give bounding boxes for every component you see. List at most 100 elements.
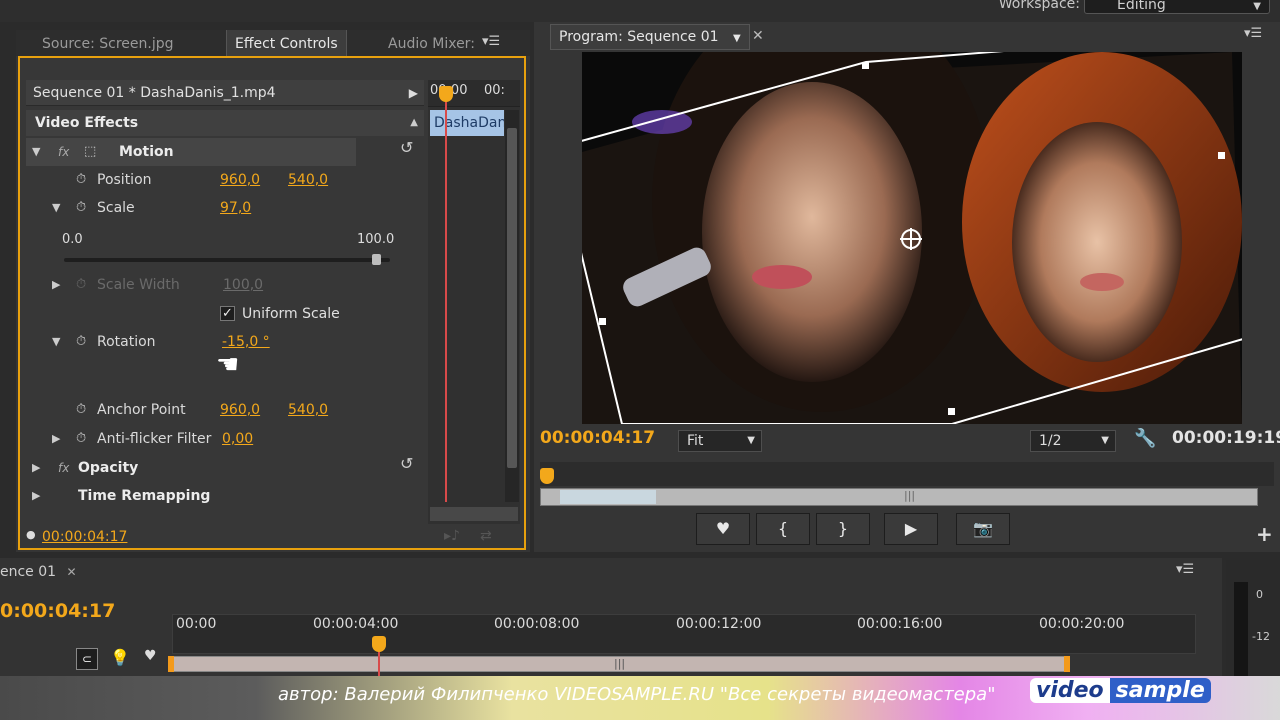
program-time-ruler[interactable]	[540, 462, 1274, 486]
scale-slider-track[interactable]	[64, 258, 390, 262]
close-icon[interactable]: ✕	[67, 565, 77, 579]
anchor-y-value[interactable]: 540,0	[288, 396, 328, 424]
panel-menu-icon[interactable]: ▾☰	[482, 34, 500, 49]
collapse-up-icon[interactable]: ▲	[410, 110, 418, 136]
anchor-x-value[interactable]: 960,0	[220, 396, 260, 424]
rotation-label: Rotation	[97, 334, 156, 350]
timeline-tick: 00:00:04:00	[313, 616, 399, 632]
position-y-value[interactable]: 540,0	[288, 166, 328, 194]
timeline-current-timecode[interactable]: 0:00:04:17	[0, 600, 115, 622]
tab-effect-controls[interactable]: Effect Controls	[226, 30, 347, 56]
meter-label: 0	[1256, 588, 1263, 601]
horizontal-scrollbar[interactable]	[430, 507, 518, 521]
expand-triangle-icon[interactable]: ▼	[52, 194, 60, 222]
tab-program-monitor[interactable]: Program: Sequence 01 ▼	[550, 24, 750, 50]
chevron-down-icon[interactable]: ▼	[733, 33, 741, 44]
reset-icon[interactable]: ↺	[400, 454, 413, 473]
play-button[interactable]: ▶	[884, 513, 938, 545]
timeline-tick: 00:00:20:00	[1039, 616, 1125, 632]
effect-controls-footer: ● 00:00:04:17 ▸♪ ⇄	[26, 526, 524, 548]
reset-icon[interactable]: ↺	[400, 138, 413, 157]
scrollbar-thumb[interactable]	[507, 128, 517, 468]
wrench-icon[interactable]: 🔧	[1134, 428, 1156, 449]
close-icon[interactable]: ✕	[752, 28, 764, 44]
resolution-select[interactable]: 1/2 ▼	[1030, 430, 1116, 452]
workspace-label: Workspace:	[998, 0, 1080, 12]
scroll-grip-icon[interactable]: |||	[614, 657, 625, 670]
expand-triangle-icon[interactable]: ▼	[32, 138, 40, 166]
time-remapping-row[interactable]: ▶ Time Remapping	[26, 482, 424, 510]
play-triangle-icon[interactable]: ▶	[409, 80, 418, 107]
lightbulb-icon[interactable]: 💡	[110, 648, 130, 667]
fx-icon[interactable]: fx	[58, 454, 69, 482]
ruler-end-label: 00:	[484, 83, 505, 98]
expand-triangle-icon[interactable]: ▶	[52, 271, 60, 299]
motion-row[interactable]: ▼ fx ⬚ Motion	[26, 138, 356, 166]
videosample-logo: video sample	[1030, 678, 1211, 708]
timeline-playhead-icon[interactable]	[372, 636, 386, 652]
scale-slider-min: 0.0	[62, 232, 83, 247]
expand-triangle-icon[interactable]: ▼	[52, 328, 60, 356]
stopwatch-icon[interactable]: ⏱	[76, 396, 86, 424]
scale-width-row: ▶ ⏱ Scale Width 100,0	[26, 271, 424, 299]
workspace-select[interactable]: Editing ▼	[1084, 0, 1270, 14]
playhead-handle-icon[interactable]	[439, 86, 453, 102]
marker-icon[interactable]: ♥	[144, 648, 157, 664]
loop-icon: ⇄	[480, 528, 492, 544]
work-area-start-handle[interactable]	[168, 656, 174, 672]
add-button-icon[interactable]: +	[1256, 522, 1273, 546]
resolution-value: 1/2	[1039, 433, 1062, 449]
effect-controls-timecode[interactable]: 00:00:04:17	[42, 529, 127, 545]
timeline-tab-label: ence 01	[0, 564, 57, 580]
snap-icon[interactable]: ⊂	[76, 648, 98, 670]
scale-width-value: 100,0	[223, 277, 264, 293]
video-effects-header: Video Effects ▲	[26, 110, 424, 136]
logo-sample-text: sample	[1109, 678, 1211, 703]
position-x-value[interactable]: 960,0	[220, 166, 260, 194]
opacity-row[interactable]: ▶ fx Opacity	[26, 454, 424, 482]
video-effects-label: Video Effects	[35, 115, 139, 131]
add-marker-button[interactable]: ♥	[696, 513, 750, 545]
work-area-end-handle[interactable]	[1064, 656, 1070, 672]
stopwatch-icon[interactable]: ⏱	[76, 425, 86, 453]
tab-source[interactable]: Source: Screen.jpg	[34, 30, 182, 56]
scale-slider-thumb[interactable]	[372, 254, 382, 265]
transform-icon[interactable]: ⬚	[84, 138, 96, 166]
time-remapping-label: Time Remapping	[78, 488, 211, 504]
timeline-tick: 00:00	[176, 616, 217, 632]
expand-triangle-icon[interactable]: ▶	[52, 425, 60, 453]
fx-icon[interactable]: fx	[58, 138, 69, 166]
export-frame-button[interactable]: 📷	[956, 513, 1010, 545]
expand-triangle-icon[interactable]: ▶	[32, 454, 40, 482]
playhead-line[interactable]	[445, 90, 447, 502]
filter-icon: ▸♪	[444, 528, 460, 544]
hand-cursor-icon: ☚	[216, 350, 240, 380]
mark-out-button[interactable]: }	[816, 513, 870, 545]
program-current-timecode[interactable]: 00:00:04:17	[540, 428, 655, 448]
marker-icon: ●	[26, 528, 36, 541]
panel-menu-icon[interactable]: ▾☰	[1244, 26, 1262, 41]
tab-audio-mixer[interactable]: Audio Mixer:	[380, 30, 483, 56]
mark-in-button[interactable]: {	[756, 513, 810, 545]
clip-bar[interactable]: DashaDanis_1.mp4	[430, 110, 504, 136]
uniform-scale-checkbox[interactable]: ✓	[220, 306, 235, 321]
stopwatch-icon[interactable]: ⏱	[76, 194, 86, 222]
left-panel-tabs: Source: Screen.jpg Effect Controls Audio…	[16, 30, 530, 56]
expand-triangle-icon[interactable]: ▶	[32, 482, 40, 510]
zoom-select[interactable]: Fit ▼	[678, 430, 762, 452]
uniform-scale-label: Uniform Scale	[242, 306, 340, 322]
program-scroll-highlight	[560, 490, 656, 504]
stopwatch-icon[interactable]: ⏱	[76, 328, 86, 356]
anti-flicker-label: Anti-flicker Filter	[97, 431, 212, 447]
panel-menu-icon[interactable]: ▾☰	[1176, 562, 1194, 577]
tab-timeline-sequence[interactable]: ence 01 ✕	[0, 560, 77, 584]
stopwatch-icon[interactable]: ⏱	[76, 166, 86, 194]
scale-slider-max: 100.0	[357, 232, 395, 247]
program-playhead-icon[interactable]	[540, 468, 554, 484]
program-video-frame[interactable]	[582, 52, 1242, 424]
scroll-grip-icon[interactable]: |||	[904, 489, 915, 502]
scale-value[interactable]: 97,0	[220, 194, 251, 222]
chevron-down-icon: ▼	[1101, 435, 1109, 446]
anti-flicker-value[interactable]: 0,00	[222, 425, 253, 453]
chevron-down-icon: ▼	[1253, 1, 1261, 12]
